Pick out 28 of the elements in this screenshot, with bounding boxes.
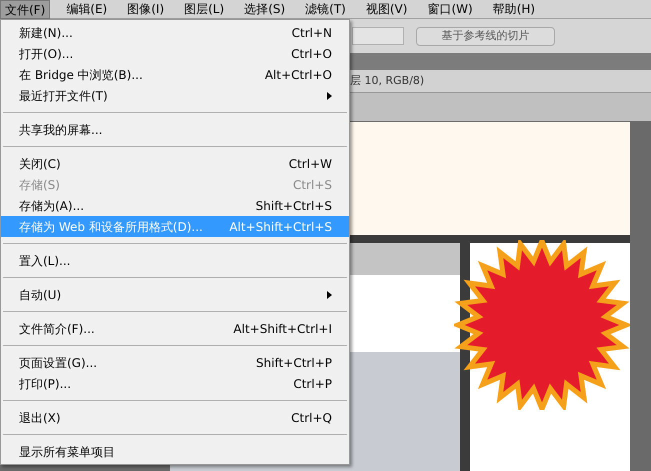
menu-item[interactable]: 共享我的屏幕... [1, 119, 349, 140]
menu-item[interactable]: 显示所有菜单项目 [1, 441, 349, 462]
submenu-arrow-icon [327, 92, 332, 100]
submenu-arrow-icon [327, 290, 332, 298]
menu-item[interactable]: 文件简介(F)... Alt+Shift+Ctrl+I [1, 318, 349, 339]
menu-item[interactable]: 滤镜(T) [301, 0, 350, 18]
document-tab[interactable]: 层 10, RGB/8) [350, 72, 424, 90]
input-field[interactable] [352, 27, 404, 45]
menu-item[interactable]: 帮助(H) [488, 0, 540, 18]
menu-item[interactable]: 新建(N)... Ctrl+N [1, 22, 349, 43]
menu-item[interactable]: 打印(P)... Ctrl+P [1, 373, 349, 394]
menu-item[interactable]: 关闭(C) Ctrl+W [1, 153, 349, 174]
menu-item[interactable]: 退出(X) Ctrl+Q [1, 407, 349, 428]
slice-button[interactable]: 基于参考线的切片 [416, 26, 555, 46]
menu-item[interactable]: 视图(V) [362, 0, 412, 18]
menu-item[interactable]: 打开(O)... Ctrl+O [1, 43, 349, 64]
menu-item[interactable]: 存储为(A)... Shift+Ctrl+S [1, 195, 349, 216]
menu-item[interactable]: 窗口(W) [423, 0, 477, 18]
menu-item[interactable]: 自动(U) [1, 284, 349, 305]
menu-item[interactable]: 页面设置(G)... Shift+Ctrl+P [1, 352, 349, 373]
menu-item[interactable]: 选择(S) [240, 0, 290, 18]
menu-item[interactable]: 编辑(E) [62, 0, 112, 18]
menu-item[interactable]: 图像(I) [123, 0, 168, 18]
menu-item[interactable]: 置入(L)... [1, 250, 349, 271]
menu-item[interactable]: 最近打开文件(T) [1, 85, 349, 106]
menu-item[interactable]: 文件(F) [0, 0, 50, 18]
menu-item[interactable]: 在 Bridge 中浏览(B)... Alt+Ctrl+O [1, 64, 349, 85]
menu-item[interactable]: 图层(L) [180, 0, 228, 18]
